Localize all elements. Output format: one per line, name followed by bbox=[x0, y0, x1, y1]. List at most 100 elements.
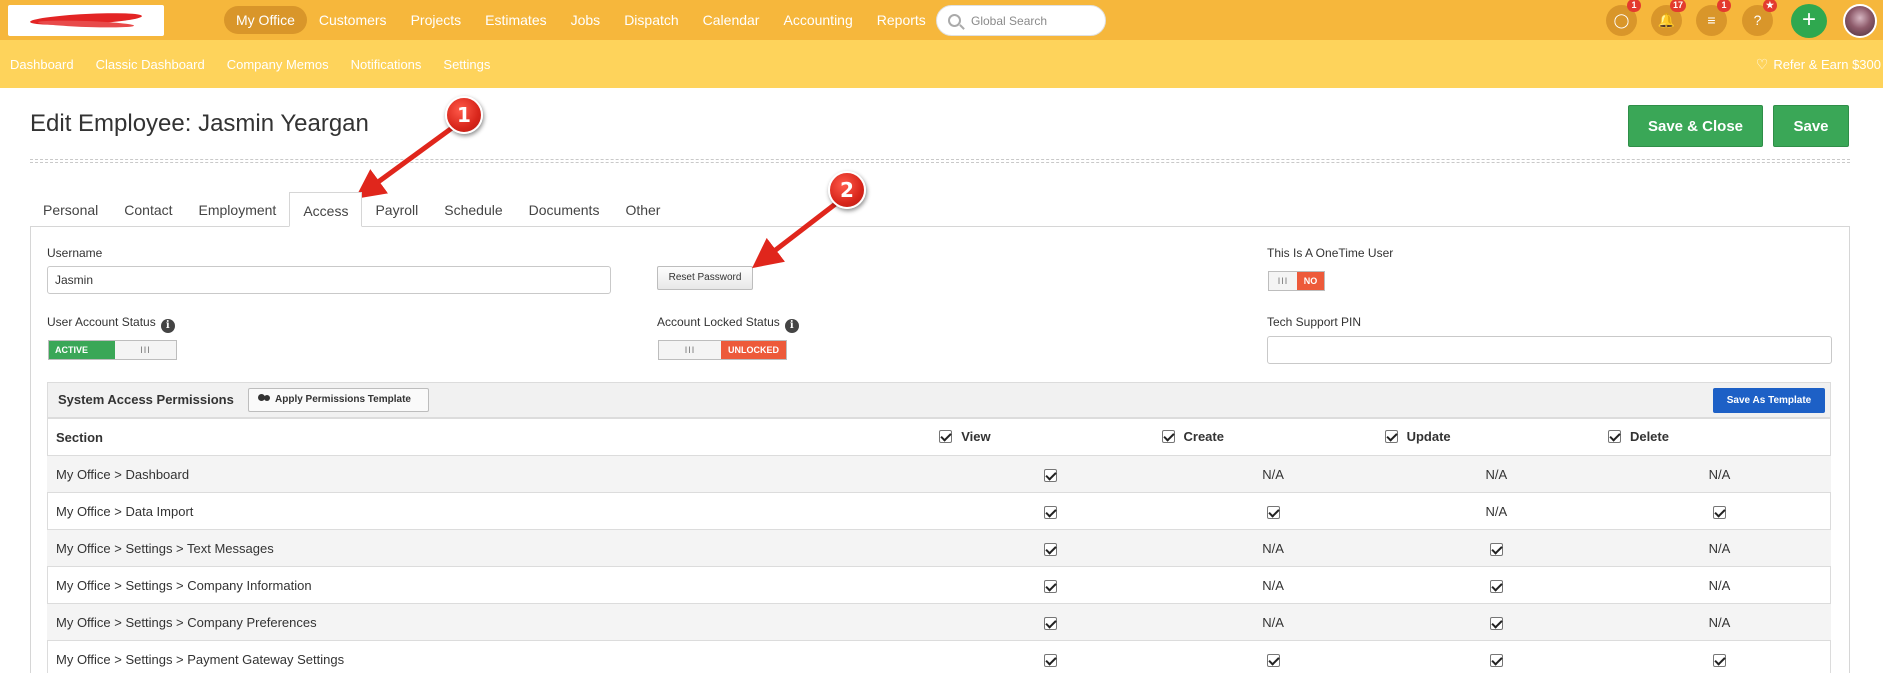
permission-cell-view bbox=[939, 603, 1162, 641]
view-checkbox[interactable] bbox=[1043, 468, 1057, 482]
subnav-item-dashboard[interactable]: Dashboard bbox=[10, 57, 74, 72]
table-row: My Office > Dashboard N/A N/A N/A bbox=[47, 455, 1831, 493]
permission-section-name: My Office > Dashboard bbox=[47, 455, 940, 493]
save-close-button[interactable]: Save & Close bbox=[1628, 105, 1763, 147]
list-button[interactable]: ≡ 1 bbox=[1696, 0, 1731, 36]
subnav-item-notifications[interactable]: Notifications bbox=[351, 57, 422, 72]
select-all-view-checkbox[interactable] bbox=[939, 429, 953, 443]
reset-password-button[interactable]: Reset Password bbox=[657, 266, 753, 290]
toggle-grip: III bbox=[659, 341, 721, 359]
nav-item-my-office[interactable]: My Office bbox=[224, 6, 307, 34]
permission-cell-create bbox=[1161, 492, 1385, 530]
tab-employment[interactable]: Employment bbox=[186, 192, 290, 226]
company-logo[interactable] bbox=[8, 5, 164, 36]
search-icon bbox=[948, 14, 961, 27]
info-icon[interactable]: i bbox=[160, 319, 175, 333]
create-checkbox[interactable] bbox=[1266, 505, 1280, 519]
user-avatar[interactable] bbox=[1843, 4, 1877, 38]
not-applicable-text: N/A bbox=[1708, 577, 1731, 593]
save-button[interactable]: Save bbox=[1773, 105, 1849, 147]
global-search[interactable] bbox=[936, 5, 1106, 36]
subnav-item-company-memos[interactable]: Company Memos bbox=[227, 57, 329, 72]
permissions-header: System Access Permissions Apply Permissi… bbox=[47, 382, 1831, 418]
username-label: Username bbox=[47, 246, 103, 260]
view-checkbox[interactable] bbox=[1043, 579, 1057, 593]
tab-payroll[interactable]: Payroll bbox=[362, 192, 431, 226]
not-applicable-text: N/A bbox=[1708, 466, 1731, 482]
annotation-marker-2: 2 bbox=[828, 171, 866, 209]
column-header-content: Create bbox=[1161, 428, 1224, 444]
subnav-item-settings[interactable]: Settings bbox=[443, 57, 490, 72]
help-button[interactable]: ? ★ bbox=[1742, 0, 1777, 36]
permission-cell-update bbox=[1384, 603, 1608, 641]
view-checkbox[interactable] bbox=[1043, 542, 1057, 556]
delete-checkbox[interactable] bbox=[1712, 653, 1726, 667]
nav-item-calendar[interactable]: Calendar bbox=[691, 6, 772, 34]
tech-support-pin-label: Tech Support PIN bbox=[1267, 315, 1362, 329]
bell-button[interactable]: 🔔 17 bbox=[1651, 0, 1686, 36]
account-status-label-text: User Account Status bbox=[47, 315, 156, 329]
not-applicable-text: N/A bbox=[1485, 466, 1508, 482]
not-applicable-text: N/A bbox=[1262, 614, 1284, 630]
account-locked-toggle[interactable]: III UNLOCKED bbox=[658, 340, 787, 360]
nav-item-customers[interactable]: Customers bbox=[307, 6, 399, 34]
tab-access[interactable]: Access bbox=[289, 192, 363, 227]
column-header-label: Update bbox=[1406, 428, 1451, 444]
column-header-label: Create bbox=[1183, 428, 1224, 444]
update-checkbox[interactable] bbox=[1489, 616, 1503, 630]
permission-section-name: My Office > Data Import bbox=[47, 492, 940, 530]
tab-other[interactable]: Other bbox=[612, 192, 673, 226]
table-row: My Office > Data Import N/A bbox=[47, 492, 1831, 530]
tab-personal[interactable]: Personal bbox=[30, 192, 111, 226]
tab-documents[interactable]: Documents bbox=[516, 192, 613, 226]
help-icon: ? bbox=[1753, 12, 1762, 28]
save-as-template-button[interactable]: Save As Template bbox=[1713, 388, 1825, 413]
update-checkbox[interactable] bbox=[1489, 542, 1503, 556]
permission-cell-create bbox=[1161, 640, 1385, 673]
apply-permissions-template-button[interactable]: Apply Permissions Template bbox=[248, 388, 429, 412]
permission-cell-create: N/A bbox=[1161, 529, 1385, 567]
view-checkbox[interactable] bbox=[1043, 653, 1057, 667]
add-new-button[interactable]: + bbox=[1791, 4, 1827, 38]
chat-button[interactable]: ◯ 1 bbox=[1606, 0, 1641, 36]
permission-cell-create: N/A bbox=[1161, 566, 1385, 604]
refer-earn-link[interactable]: ♡ Refer & Earn $300 bbox=[1756, 56, 1881, 73]
info-icon[interactable]: i bbox=[784, 319, 799, 333]
permission-cell-delete: N/A bbox=[1607, 566, 1831, 604]
permissions-header-row: Section View Create Update Delete bbox=[47, 418, 1831, 456]
nav-item-estimates[interactable]: Estimates bbox=[473, 6, 558, 34]
nav-item-jobs[interactable]: Jobs bbox=[559, 6, 613, 34]
nav-item-projects[interactable]: Projects bbox=[399, 6, 474, 34]
nav-item-reports[interactable]: Reports bbox=[865, 6, 938, 34]
column-header-section: Section bbox=[47, 418, 940, 456]
permission-cell-view bbox=[939, 529, 1162, 567]
tab-contact[interactable]: Contact bbox=[111, 192, 185, 226]
subnav-item-classic-dashboard[interactable]: Classic Dashboard bbox=[96, 57, 205, 72]
apply-template-label: Apply Permissions Template bbox=[275, 394, 411, 405]
tab-schedule[interactable]: Schedule bbox=[431, 192, 515, 226]
tech-support-pin-input[interactable] bbox=[1267, 336, 1832, 364]
permission-cell-update bbox=[1384, 640, 1608, 673]
permission-cell-view bbox=[939, 566, 1162, 604]
nav-item-accounting[interactable]: Accounting bbox=[771, 6, 864, 34]
username-input[interactable]: Jasmin bbox=[47, 266, 611, 294]
table-row: My Office > Settings > Company Informati… bbox=[47, 566, 1831, 604]
nav-item-dispatch[interactable]: Dispatch bbox=[612, 6, 690, 34]
view-checkbox[interactable] bbox=[1043, 616, 1057, 630]
view-checkbox[interactable] bbox=[1043, 505, 1057, 519]
account-status-toggle[interactable]: ACTIVE III bbox=[48, 340, 177, 360]
delete-checkbox[interactable] bbox=[1712, 505, 1726, 519]
onetime-user-toggle[interactable]: III NO bbox=[1268, 271, 1325, 291]
column-header-label: Delete bbox=[1629, 428, 1669, 444]
select-all-update-checkbox[interactable] bbox=[1384, 429, 1398, 443]
column-header-delete: Delete bbox=[1607, 418, 1831, 456]
select-all-delete-checkbox[interactable] bbox=[1607, 429, 1621, 443]
create-checkbox[interactable] bbox=[1266, 653, 1280, 667]
update-checkbox[interactable] bbox=[1489, 653, 1503, 667]
update-checkbox[interactable] bbox=[1489, 579, 1503, 593]
bell-icon: 🔔 bbox=[1657, 12, 1676, 28]
main-nav: My Office Customers Projects Estimates Jobs D… bbox=[224, 6, 938, 34]
global-search-input[interactable] bbox=[971, 12, 1099, 30]
select-all-create-checkbox[interactable] bbox=[1161, 429, 1175, 443]
account-status-label: User Account Status i bbox=[47, 315, 175, 333]
